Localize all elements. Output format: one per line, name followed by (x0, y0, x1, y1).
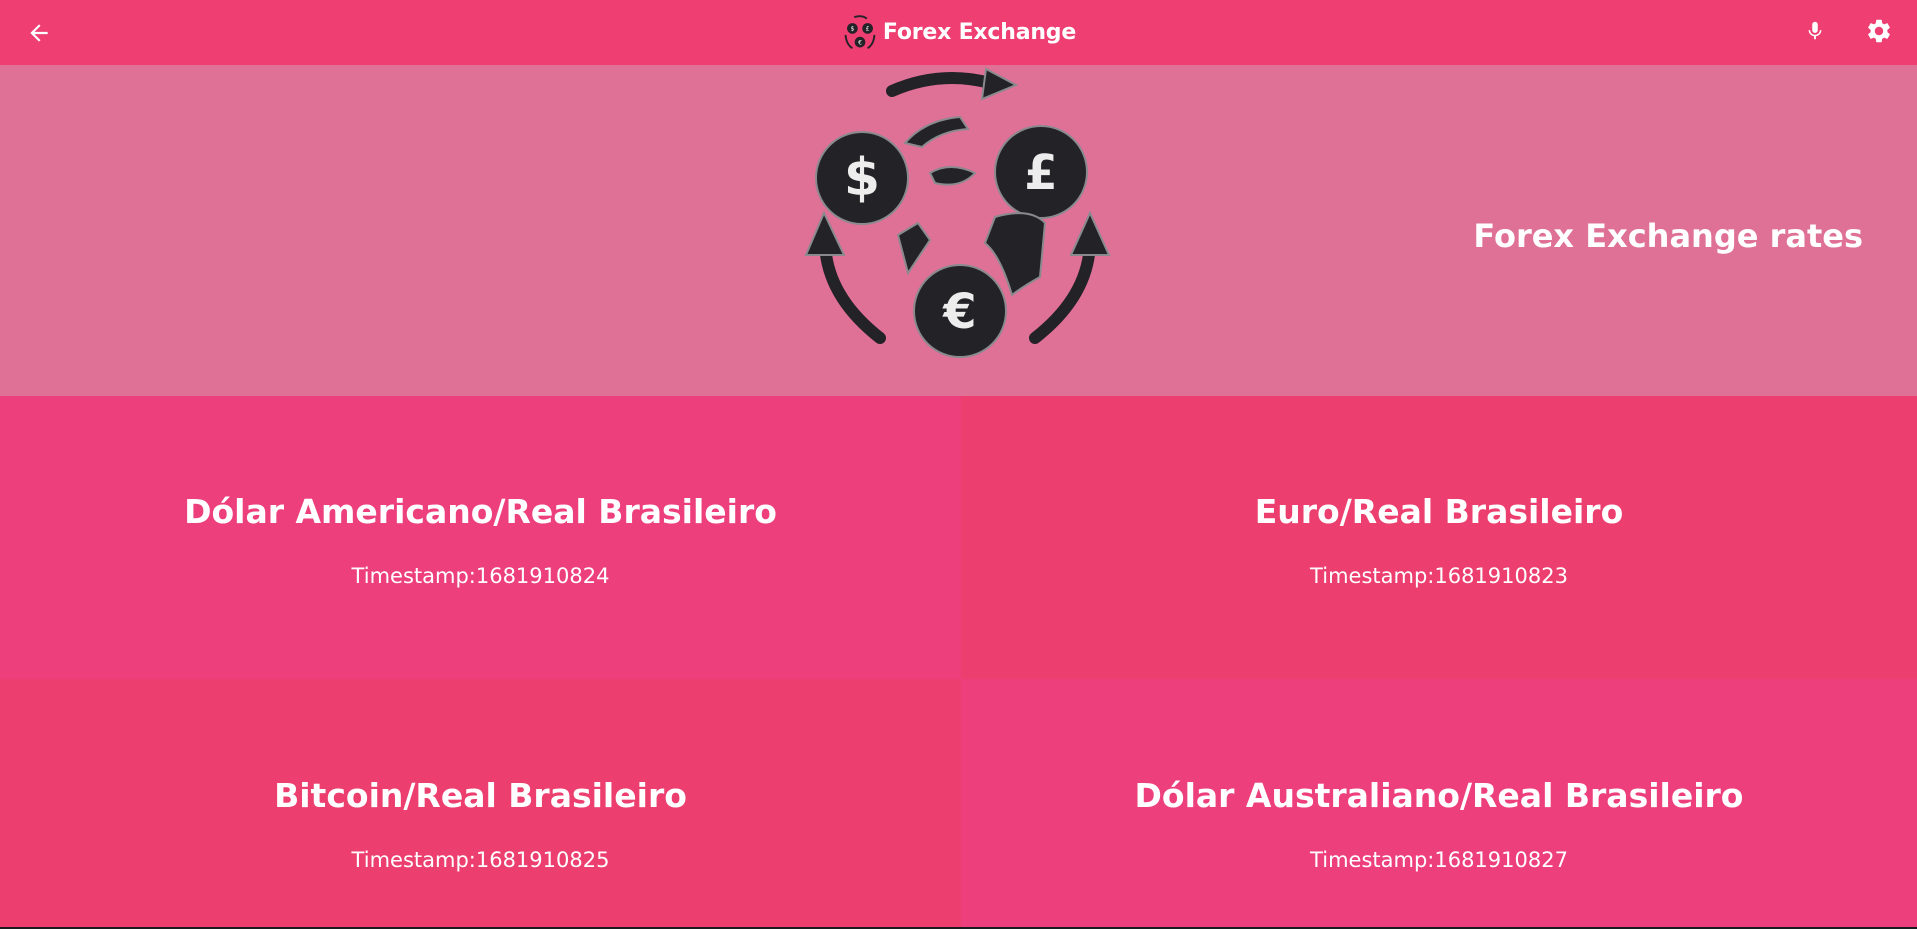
currency-tile-usd-brl[interactable]: Dólar Americano/Real Brasileiro Timestam… (0, 396, 961, 679)
forex-logo-icon: $ £ € (844, 14, 876, 49)
currency-pair-timestamp: Timestamp:1681910824 (351, 564, 610, 588)
currency-pair-grid: Dólar Americano/Real Brasileiro Timestam… (0, 396, 1917, 927)
currency-pair-name: Euro/Real Brasileiro (1254, 492, 1624, 531)
currency-tile-eur-brl[interactable]: Euro/Real Brasileiro Timestamp:168191082… (961, 396, 1917, 679)
currency-pair-timestamp: Timestamp:1681910825 (351, 848, 610, 872)
currency-exchange-globe-icon: $ £ € (804, 67, 1111, 358)
hero-heading: Forex Exchange rates (1473, 217, 1863, 255)
currency-pair-name: Dólar Australiano/Real Brasileiro (1134, 776, 1744, 815)
gear-icon[interactable] (1865, 17, 1893, 45)
currency-pair-name: Bitcoin/Real Brasileiro (274, 776, 687, 815)
arrow-left-icon[interactable] (26, 20, 52, 46)
currency-pair-timestamp: Timestamp:1681910827 (1310, 848, 1568, 872)
svg-text:€: € (858, 39, 862, 46)
svg-text:£: £ (1024, 145, 1057, 201)
app-title-group: $ £ € Forex Exchange (841, 14, 1076, 52)
currency-pair-name: Dólar Americano/Real Brasileiro (184, 492, 777, 531)
svg-text:$: $ (850, 25, 854, 32)
currency-tile-aud-brl[interactable]: Dólar Australiano/Real Brasileiro Timest… (961, 679, 1917, 927)
currency-pair-timestamp: Timestamp:1681910823 (1310, 564, 1568, 588)
currency-tile-btc-brl[interactable]: Bitcoin/Real Brasileiro Timestamp:168191… (0, 679, 961, 927)
svg-text:$: $ (844, 148, 880, 208)
microphone-icon[interactable] (1804, 17, 1826, 45)
app-bar: $ £ € Forex Exchange (0, 0, 1917, 65)
svg-text:£: £ (866, 25, 870, 32)
svg-text:€: € (942, 284, 976, 340)
app-title: Forex Exchange (882, 20, 1077, 45)
hero-banner: $ £ € Forex Exchange rates (0, 65, 1917, 396)
